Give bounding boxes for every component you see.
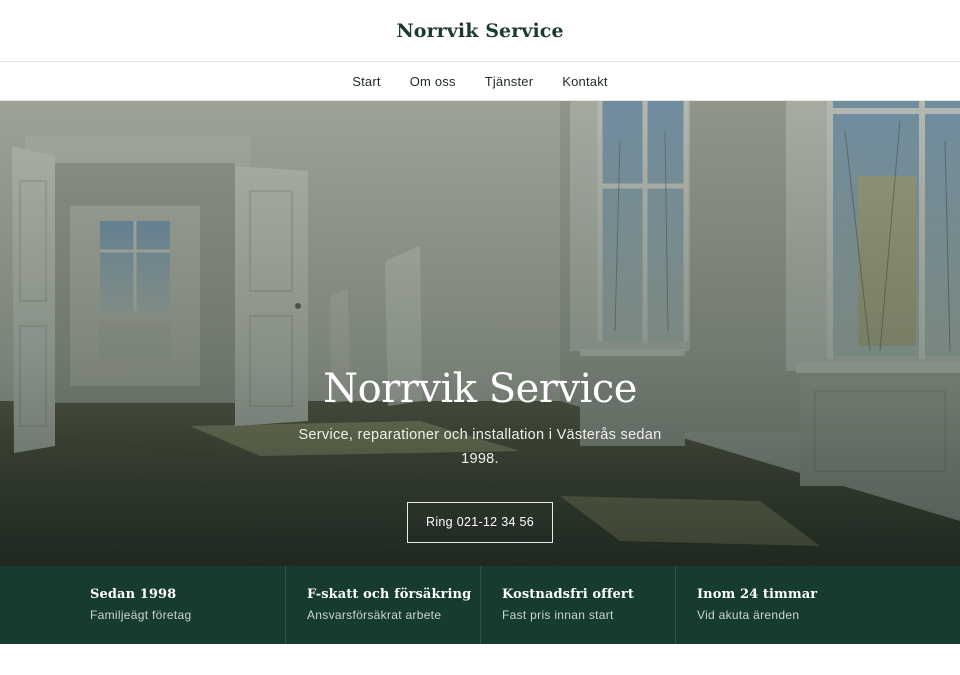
feature-band: Sedan 1998 Familjeägt företag F-skatt oc… (0, 566, 960, 644)
feature-item: F-skatt och försäkring Ansvarsförsäkrat … (286, 566, 481, 644)
hero-subtitle: Service, reparationer och installation i… (298, 427, 662, 467)
feature-text: Fast pris innan start (502, 608, 614, 622)
hero-content: Norrvik Service Service, reparationer oc… (0, 361, 960, 543)
site-header: Norrvik Service (0, 0, 960, 62)
main-nav: Start Om oss Tjänster Kontakt (0, 62, 960, 101)
nav-item-kontakt[interactable]: Kontakt (562, 74, 608, 89)
nav-item-tjanster[interactable]: Tjänster (485, 74, 534, 89)
feature-title: Sedan 1998 (90, 587, 177, 602)
feature-item: Sedan 1998 Familjeägt företag (0, 566, 286, 644)
feature-text: Vid akuta ärenden (697, 608, 800, 622)
site-title[interactable]: Norrvik Service (396, 20, 563, 42)
feature-item: Kostnadsfri offert Fast pris innan start (481, 566, 676, 644)
feature-item: Inom 24 timmar Vid akuta ärenden (676, 566, 960, 644)
feature-text: Ansvarsförsäkrat arbete (307, 608, 442, 622)
hero-title: Norrvik Service (323, 366, 637, 412)
feature-title: Kostnadsfri offert (502, 587, 634, 602)
nav-item-start[interactable]: Start (352, 74, 380, 89)
feature-title: F-skatt och försäkring (307, 587, 472, 602)
hero-section: Norrvik Service Service, reparationer oc… (0, 101, 960, 566)
nav-item-om-oss[interactable]: Om oss (410, 74, 456, 89)
call-button[interactable]: Ring 021-12 34 56 (407, 502, 553, 543)
feature-title: Inom 24 timmar (697, 587, 818, 602)
feature-text: Familjeägt företag (90, 608, 192, 622)
